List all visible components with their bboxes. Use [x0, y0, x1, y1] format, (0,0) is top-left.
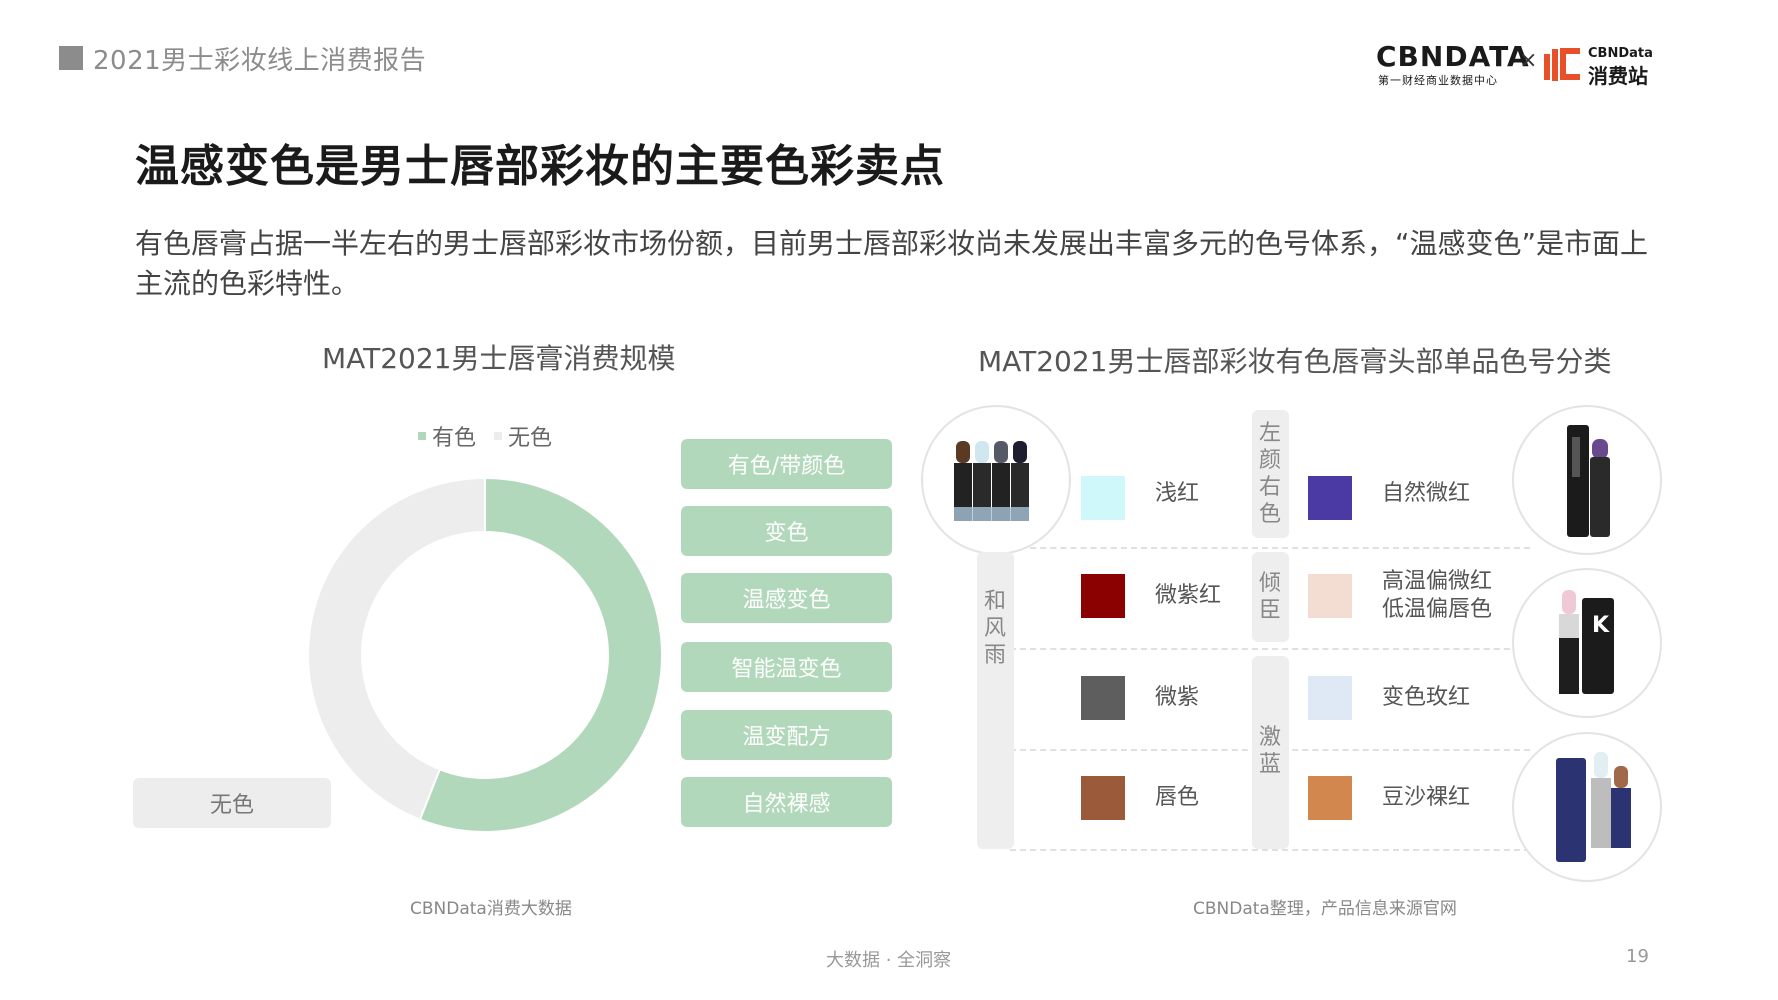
lipstick-black-icon: [1567, 425, 1610, 537]
consumer-station-logo-icon: [1544, 48, 1580, 81]
group-label-jilan: 激蓝: [1255, 724, 1285, 778]
product-photo-qingchen: K: [1512, 568, 1662, 718]
lipstick-set-icon: [954, 441, 1029, 521]
page-number: 19: [1626, 946, 1649, 967]
left-source: CBNData消费大数据: [410, 899, 572, 919]
product-photo-jilan: [1512, 732, 1662, 882]
product-photo-zuoyanyouse: [1512, 405, 1662, 555]
right-source: CBNData整理，产品信息来源官网: [1193, 899, 1457, 919]
color-label: 变色玫红: [1382, 685, 1471, 710]
colorless-callout-label: 无色: [133, 778, 331, 828]
attribute-tag: 智能温变色: [681, 642, 892, 692]
row-separator: [1010, 849, 1530, 851]
logo-times: ×: [1519, 48, 1538, 73]
brand-cn: 消费站: [1588, 64, 1648, 88]
attribute-tag: 有色/带颜色: [681, 439, 892, 489]
attribute-tag: 自然裸感: [681, 777, 892, 827]
color-swatch: [1308, 776, 1352, 820]
header-square-icon: [59, 46, 83, 70]
cbndata-logo-text: CBNDATA: [1376, 40, 1530, 73]
legend-item-colored: 有色: [418, 420, 476, 452]
page-subtitle: 有色唇膏占据一半左右的男士唇部彩妆市场份额，目前男士唇部彩妆尚未发展出丰富多元的…: [135, 227, 1649, 300]
cbndata-logo-subtext: 第一财经商业数据中心: [1378, 74, 1498, 87]
group-label-zuoyanyouse: 左颜右色: [1255, 420, 1285, 528]
group-label-qingchen: 倾臣: [1255, 570, 1285, 624]
color-label: 豆沙裸红: [1382, 785, 1471, 810]
donut-legend: 有色 无色: [418, 420, 552, 452]
color-label: 高温偏微红: [1382, 569, 1493, 594]
donut-slice-colorless: [307, 476, 486, 821]
group-label-hefengyu: 和风雨: [980, 588, 1010, 669]
legend-item-colorless: 无色: [494, 420, 552, 452]
brand-en: CBNData: [1588, 46, 1653, 61]
color-swatch: [1308, 476, 1352, 520]
row-separator: [1010, 648, 1530, 650]
product-photo-hefengyu: [921, 405, 1071, 555]
right-chart-title: MAT2021男士唇部彩妆有色唇膏头部单品色号分类: [978, 345, 1612, 378]
group-label-zuoyanyouse-text: 左颜右色: [1258, 421, 1281, 527]
group-label-jilan-text: 激蓝: [1258, 725, 1281, 777]
color-swatch: [1081, 574, 1125, 618]
legend-swatch-colorless: [494, 432, 503, 440]
color-label: 浅红: [1155, 481, 1200, 506]
color-label: 自然微红: [1382, 481, 1471, 506]
left-chart-title: MAT2021男士唇膏消费规模: [322, 342, 676, 375]
report-title: 2021男士彩妆线上消费报告: [93, 46, 427, 76]
lipstick-k-icon: K: [1559, 590, 1614, 694]
svg-text:K: K: [1592, 613, 1610, 638]
color-swatch: [1308, 574, 1352, 618]
legend-label-colored: 有色: [432, 426, 477, 451]
legend-swatch-colored: [418, 432, 426, 440]
logo: CBNDATA 第一财经商业数据中心 × CBNData 消费站: [1376, 40, 1666, 90]
attribute-tag: 变色: [681, 506, 892, 556]
color-swatch: [1081, 776, 1125, 820]
attribute-tag: 温变配方: [681, 710, 892, 760]
lipstick-donut-chart: [307, 476, 663, 833]
color-label: 微紫: [1155, 685, 1200, 710]
row-separator: [1010, 547, 1530, 549]
legend-label-colorless: 无色: [508, 426, 553, 451]
color-swatch: [1308, 676, 1352, 720]
group-label-hefengyu-text: 和风雨: [983, 589, 1006, 668]
color-swatch: [1081, 676, 1125, 720]
footer-slogan: 大数据 · 全洞察: [826, 950, 952, 971]
color-swatch: [1081, 476, 1125, 520]
attribute-tag: 温感变色: [681, 573, 892, 623]
color-label: 唇色: [1155, 785, 1200, 810]
page-title: 温感变色是男士唇部彩妆的主要色彩卖点: [135, 141, 945, 192]
group-label-qingchen-text: 倾臣: [1258, 571, 1281, 623]
lipstick-blue-icon: [1556, 752, 1631, 862]
color-label: 微紫红: [1155, 583, 1222, 608]
color-label: 低温偏唇色: [1382, 597, 1493, 622]
